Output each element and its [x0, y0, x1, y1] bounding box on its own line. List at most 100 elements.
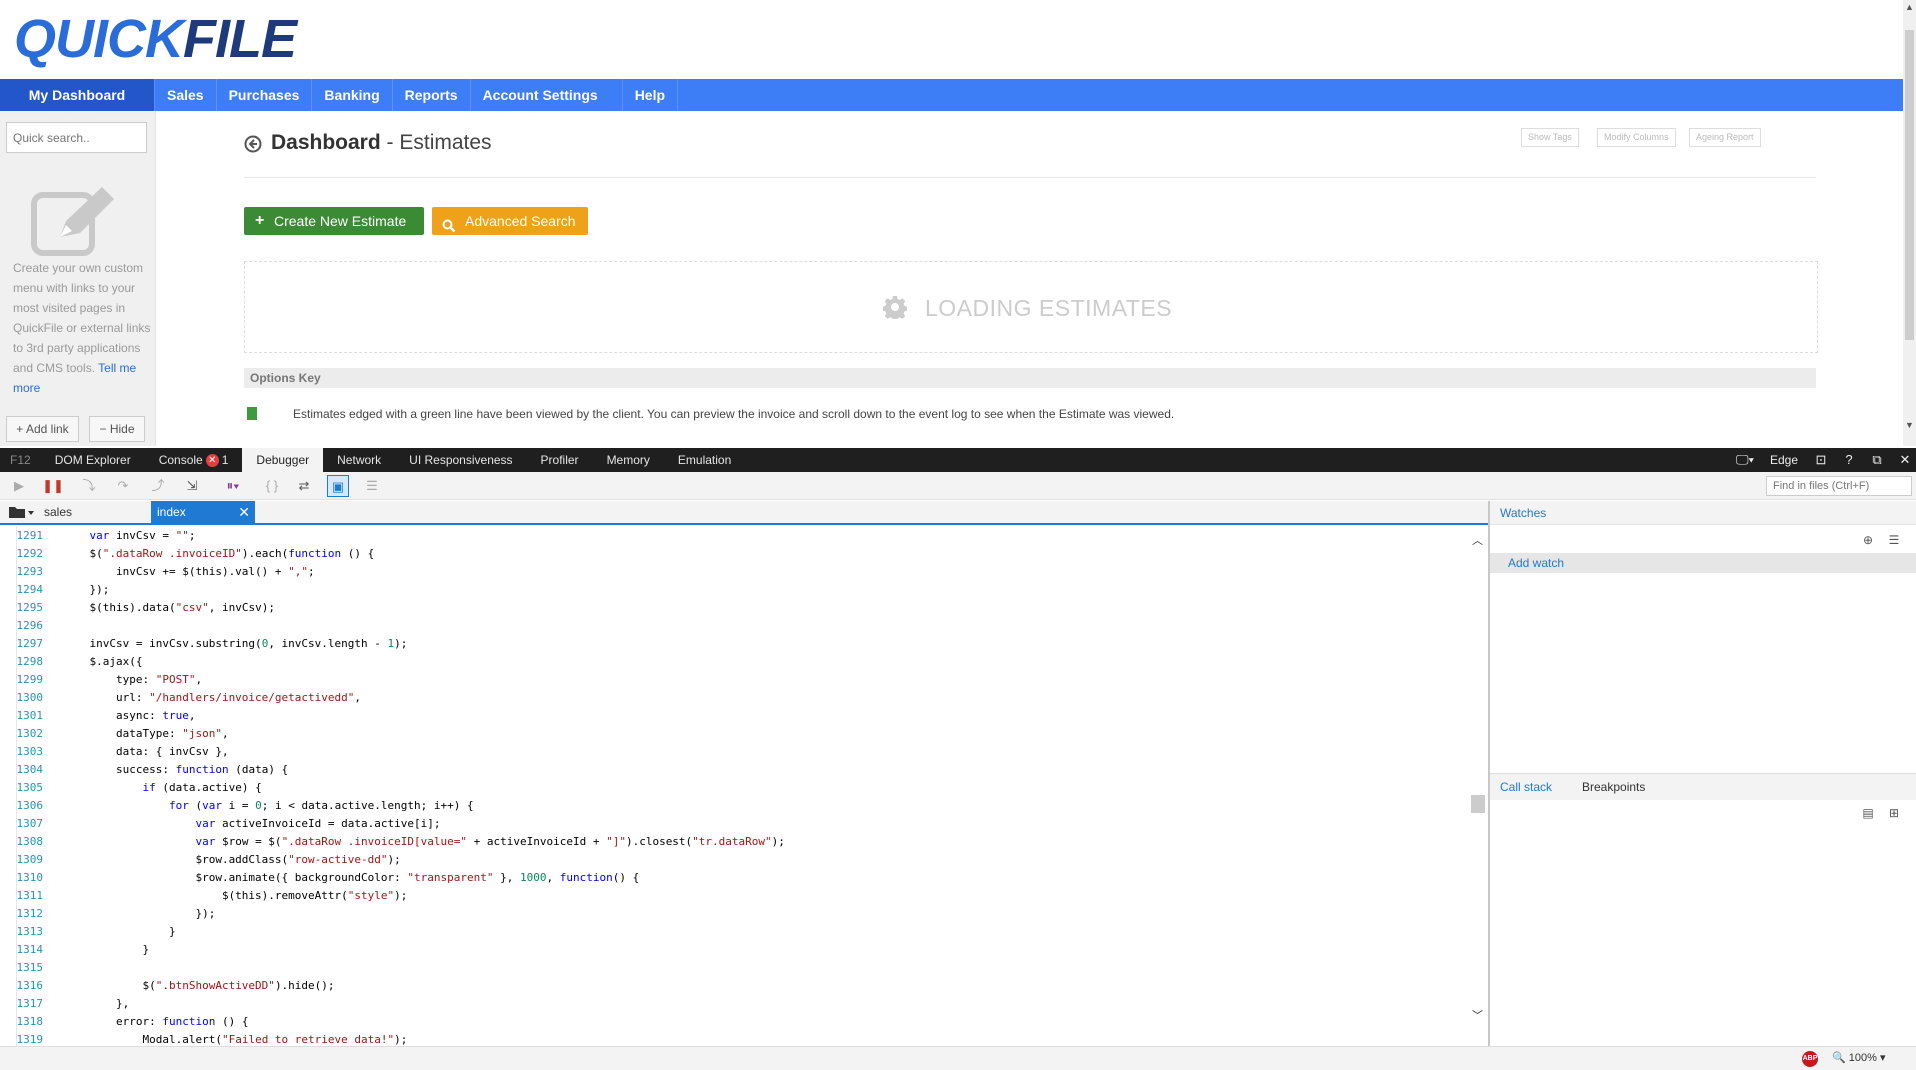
step-over-icon[interactable]: ↷ [112, 475, 134, 497]
line-number[interactable]: 1316 [0, 977, 51, 995]
code-line[interactable]: 1309 $row.addClass("row-active-dd"); [0, 851, 401, 869]
line-number[interactable]: 1319 [0, 1031, 51, 1047]
nav-account-settings[interactable]: Account Settings [471, 79, 623, 111]
document-mode-edge[interactable]: Edge [1770, 453, 1798, 467]
continue-icon[interactable]: ▶ [8, 475, 30, 497]
scroll-up-arrow[interactable]: ▲ [1905, 2, 1914, 14]
code-line[interactable]: 1306 for (var i = 0; i < data.active.len… [0, 797, 474, 815]
ageing-report-button[interactable]: Ageing Report [1689, 128, 1761, 147]
code-line[interactable]: 1314 } [0, 941, 150, 959]
code-line[interactable]: 1315 [0, 959, 63, 977]
code-line[interactable]: 1296 [0, 617, 63, 635]
tab-profiler[interactable]: Profiler [527, 448, 593, 472]
line-number[interactable]: 1310 [0, 869, 51, 887]
chevron-up-icon[interactable]: ︿ [1472, 532, 1483, 548]
tab-dom-explorer[interactable]: DOM Explorer [41, 448, 145, 472]
line-number[interactable]: 1293 [0, 563, 51, 581]
code-line[interactable]: 1303 data: { invCsv }, [0, 743, 229, 761]
scroll-down-arrow[interactable]: ▼ [1905, 420, 1914, 432]
undock-icon[interactable]: ⧉ [1866, 448, 1888, 472]
code-line[interactable]: 1311 $(this).removeAttr("style"); [0, 887, 408, 905]
code-line[interactable]: 1297 invCsv = invCsv.substring(0, invCsv… [0, 635, 408, 653]
code-line[interactable]: 1293 invCsv += $(this).val() + ","; [0, 563, 315, 581]
close-icon[interactable]: ✕ [1894, 448, 1916, 472]
modify-columns-button[interactable]: Modify Columns [1597, 128, 1676, 147]
tab-console[interactable]: Console ✕ 1 [145, 448, 243, 472]
code-line[interactable]: 1301 async: true, [0, 707, 196, 725]
line-number[interactable]: 1314 [0, 941, 51, 959]
line-number[interactable]: 1311 [0, 887, 51, 905]
quick-search-input[interactable] [6, 122, 147, 153]
line-number[interactable]: 1305 [0, 779, 51, 797]
break-icon[interactable]: ❚❚ [42, 475, 64, 497]
file-tab-index[interactable]: index ✕ [151, 501, 255, 523]
code-line[interactable]: 1304 success: function (data) { [0, 761, 289, 779]
line-number[interactable]: 1301 [0, 707, 51, 725]
code-line[interactable]: 1310 $row.animate({ backgroundColor: "tr… [0, 869, 640, 887]
line-number[interactable]: 1306 [0, 797, 51, 815]
line-number[interactable]: 1292 [0, 545, 51, 563]
code-line[interactable]: 1294 }); [0, 581, 110, 599]
show-tags-button[interactable]: Show Tags [1521, 128, 1579, 147]
close-tab-icon[interactable]: ✕ [238, 501, 250, 523]
back-icon[interactable] [244, 135, 262, 153]
code-line[interactable]: 1291 var invCsv = ""; [0, 527, 196, 545]
create-new-estimate-button[interactable]: + Create New Estimate [244, 207, 424, 235]
exception-behavior-icon[interactable]: ⏸▾ [218, 475, 248, 497]
tab-breakpoints[interactable]: Breakpoints [1582, 774, 1645, 800]
code-line[interactable]: 1305 if (data.active) { [0, 779, 262, 797]
line-number[interactable]: 1298 [0, 653, 51, 671]
line-number[interactable]: 1300 [0, 689, 51, 707]
library-code-icon[interactable]: ⊞ [1886, 806, 1902, 822]
help-icon[interactable]: ? [1838, 448, 1860, 472]
adblock-icon[interactable]: ABP [1802, 1051, 1818, 1067]
line-number[interactable]: 1297 [0, 635, 51, 653]
code-line[interactable]: 1295 $(this).data("csv", invCsv); [0, 599, 275, 617]
code-line[interactable]: 1300 url: "/handlers/invoice/getactivedd… [0, 689, 362, 707]
advanced-search-button[interactable]: Advanced Search [432, 207, 588, 235]
line-number[interactable]: 1315 [0, 959, 51, 977]
nav-banking[interactable]: Banking [312, 79, 393, 111]
line-number[interactable]: 1296 [0, 617, 51, 635]
breakpoints-icon[interactable]: ☰ [361, 475, 383, 497]
tab-debugger[interactable]: Debugger [242, 448, 324, 472]
console-toggle-icon[interactable]: ⊡ [1810, 448, 1832, 472]
code-line[interactable]: 1316 $(".btnShowActiveDD").hide(); [0, 977, 335, 995]
watch-options-icon[interactable]: ☰ [1886, 533, 1902, 549]
tab-memory[interactable]: Memory [593, 448, 664, 472]
add-watch-icon[interactable]: ⊕ [1860, 533, 1876, 549]
line-number[interactable]: 1302 [0, 725, 51, 743]
add-watch-button[interactable]: Add watch [1490, 553, 1916, 573]
chevron-down-icon[interactable]: ﹀ [1472, 1007, 1483, 1023]
code-line[interactable]: 1307 var activeInvoiceId = data.active[i… [0, 815, 441, 833]
word-wrap-icon[interactable]: ⇄ [293, 475, 315, 497]
code-scrollbar[interactable]: ︿ ﹀ [1468, 527, 1488, 1047]
nav-help[interactable]: Help [623, 79, 679, 111]
line-number[interactable]: 1294 [0, 581, 51, 599]
quickfile-logo[interactable]: QUICKFILE [14, 8, 297, 70]
pretty-print-icon[interactable]: { } [261, 475, 283, 497]
hide-button[interactable]: − Hide [89, 416, 145, 442]
line-number[interactable]: 1317 [0, 995, 51, 1013]
line-number[interactable]: 1299 [0, 671, 51, 689]
add-link-button[interactable]: + Add link [6, 416, 79, 442]
code-line[interactable]: 1292 $(".dataRow .invoiceID").each(funct… [0, 545, 375, 563]
line-number[interactable]: 1303 [0, 743, 51, 761]
code-scroll-thumb[interactable] [1471, 795, 1485, 813]
line-number[interactable]: 1291 [0, 527, 51, 545]
monitor-icon[interactable]: 🖵▾ [1730, 448, 1760, 472]
code-line[interactable]: 1298 $.ajax({ [0, 653, 143, 671]
line-number[interactable]: 1308 [0, 833, 51, 851]
step-out-icon[interactable]: ⤴ [147, 475, 169, 497]
line-number[interactable]: 1304 [0, 761, 51, 779]
code-line[interactable]: 1308 var $row = $(".dataRow .invoiceID[v… [0, 833, 785, 851]
line-number[interactable]: 1318 [0, 1013, 51, 1031]
just-my-code-icon[interactable]: ▣ [327, 475, 349, 497]
code-line[interactable]: 1319 Modal.alert("Failed to retrieve dat… [0, 1031, 408, 1047]
tab-network[interactable]: Network [323, 448, 395, 472]
code-line[interactable]: 1299 type: "POST", [0, 671, 203, 689]
tab-ui-responsiveness[interactable]: UI Responsiveness [395, 448, 526, 472]
line-number[interactable]: 1309 [0, 851, 51, 869]
tab-emulation[interactable]: Emulation [664, 448, 745, 472]
zoom-control[interactable]: 🔍 100% ▾ [1832, 1051, 1885, 1064]
